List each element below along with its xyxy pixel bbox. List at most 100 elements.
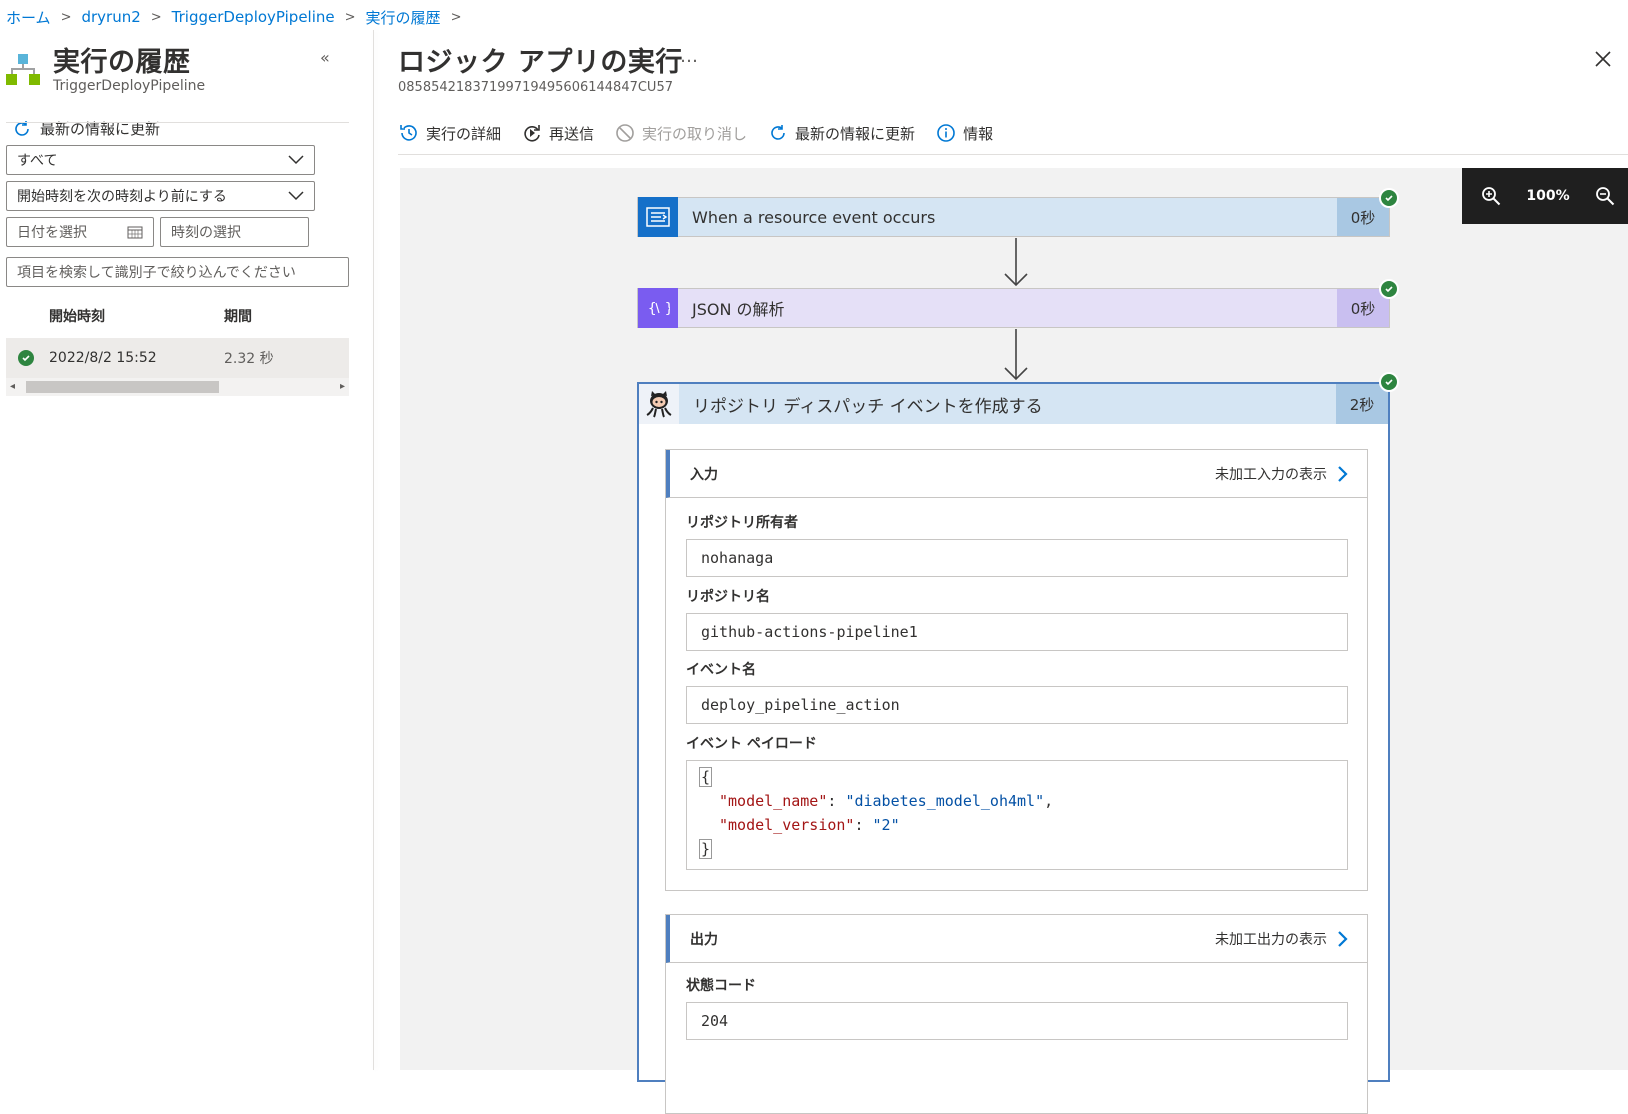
- panel-subtitle: TriggerDeployPipeline: [53, 78, 206, 94]
- show-raw-inputs-label: 未加工入力の表示: [1215, 466, 1327, 483]
- column-header-duration[interactable]: 期間: [224, 306, 252, 326]
- status-filter-dropdown[interactable]: すべて: [6, 145, 315, 175]
- horizontal-scrollbar[interactable]: ◂ ▸: [6, 378, 349, 396]
- time-placeholder: 時刻の選択: [171, 225, 241, 241]
- zoom-in-icon: [1482, 187, 1501, 206]
- event-payload-label: イベント ペイロード: [686, 736, 817, 752]
- table-row[interactable]: 2022/8/2 15:52 2.32 秒: [6, 338, 349, 378]
- json-close-brace: }: [699, 839, 713, 859]
- zoom-out-icon: [1596, 187, 1615, 206]
- divider: [6, 122, 349, 123]
- search-placeholder: 項目を検索して識別子で絞り込んでください: [17, 265, 296, 281]
- search-input[interactable]: 項目を検索して識別子で絞り込んでください: [6, 257, 349, 287]
- refresh-run-label: 最新の情報に更新: [795, 124, 916, 143]
- date-picker-input[interactable]: 日付を選択: [6, 217, 154, 247]
- run-details-button[interactable]: 実行の詳細: [398, 122, 501, 144]
- parse-json-card[interactable]: { } JSON の解析 0秒: [637, 279, 1399, 328]
- success-check-icon: [1379, 372, 1399, 392]
- resubmit-label: 再送信: [549, 124, 595, 143]
- success-check-icon: [1379, 279, 1399, 299]
- breadcrumb-dryrun2[interactable]: dryrun2: [81, 8, 140, 26]
- status-code-label: 状態コード: [686, 978, 756, 994]
- json-value-model-version: "2": [872, 816, 900, 834]
- outputs-title: 出力: [690, 931, 718, 948]
- json-key-model-version: "model_version": [719, 816, 855, 834]
- outputs-header: 出力 未加工出力の表示: [666, 915, 1367, 963]
- json-open-brace: {: [699, 767, 713, 787]
- event-name-value: deploy_pipeline_action: [686, 686, 1348, 724]
- run-details-label: 実行の詳細: [426, 124, 502, 143]
- time-picker-input[interactable]: 時刻の選択: [160, 217, 309, 247]
- repository-dispatch-label: リポジトリ ディスパッチ イベントを作成する: [693, 396, 1043, 417]
- zoom-controls: 100%: [1462, 168, 1628, 224]
- show-raw-inputs-link[interactable]: 未加工入力の表示: [1215, 464, 1349, 484]
- event-payload-value: { "model_name": "diabetes_model_oh4ml", …: [686, 760, 1348, 870]
- trigger-card[interactable]: When a resource event occurs 0秒: [637, 188, 1399, 237]
- repo-owner-label: リポジトリ所有者: [686, 515, 798, 531]
- breadcrumb-chevron-icon: >: [450, 9, 462, 25]
- inputs-section: 入力 未加工入力の表示 リポジトリ所有者 nohanaga リポジトリ名 git…: [665, 449, 1368, 891]
- flow-arrow-icon: [1004, 329, 1028, 381]
- chevron-down-icon: [288, 191, 304, 201]
- info-label: 情報: [963, 124, 994, 143]
- success-status-icon: [18, 350, 34, 366]
- chevron-down-icon: [288, 155, 304, 165]
- refresh-icon: [771, 125, 785, 140]
- repo-owner-value: nohanaga: [686, 539, 1348, 577]
- success-check-icon: [1379, 188, 1399, 208]
- json-value-model-name: "diabetes_model_oh4ml": [845, 792, 1045, 810]
- resubmit-button[interactable]: 再送信: [521, 122, 594, 144]
- panel-divider: [373, 30, 374, 1070]
- refresh-run-button[interactable]: 最新の情報に更新: [767, 122, 915, 144]
- breadcrumb-chevron-icon: >: [150, 9, 162, 25]
- panel-title: 実行の履歴: [53, 47, 191, 78]
- breadcrumb: ホーム > dryrun2 > TriggerDeployPipeline > …: [6, 6, 471, 28]
- info-icon: [937, 124, 955, 142]
- inputs-title: 入力: [690, 466, 718, 483]
- flow-arrow-icon: [1004, 238, 1028, 287]
- resubmit-icon: [524, 125, 540, 142]
- repo-name-label: リポジトリ名: [686, 589, 770, 605]
- repository-dispatch-duration: 2秒: [1336, 384, 1388, 424]
- github-octocat-icon: [639, 384, 679, 424]
- history-icon: [400, 125, 417, 141]
- zoom-in-button[interactable]: [1480, 185, 1502, 207]
- time-mode-value: 開始時刻を次の時刻より前にする: [17, 189, 227, 205]
- breadcrumb-chevron-icon: >: [344, 9, 356, 25]
- cancel-icon: [616, 124, 634, 142]
- status-filter-value: すべて: [17, 153, 58, 169]
- more-options-button[interactable]: …: [680, 46, 698, 67]
- run-title: ロジック アプリの実行: [398, 47, 683, 78]
- run-id: 08585421837199719495606144847CU57: [398, 80, 673, 95]
- scrollbar-thumb[interactable]: [26, 381, 219, 393]
- run-start-time: 2022/8/2 15:52: [49, 350, 157, 366]
- logic-app-icon: [6, 54, 40, 85]
- scroll-right-icon[interactable]: ▸: [340, 378, 345, 396]
- cancel-run-button[interactable]: 実行の取り消し: [614, 122, 747, 144]
- repository-dispatch-header[interactable]: リポジトリ ディスパッチ イベントを作成する 2秒: [639, 384, 1388, 424]
- close-icon[interactable]: [1592, 48, 1614, 70]
- breadcrumb-run-history[interactable]: 実行の履歴: [366, 7, 441, 28]
- column-header-start[interactable]: 開始時刻: [49, 306, 105, 326]
- run-duration: 2.32 秒: [224, 351, 274, 367]
- breadcrumb-trigger-deploy-pipeline[interactable]: TriggerDeployPipeline: [172, 8, 335, 26]
- scroll-left-icon[interactable]: ◂: [10, 378, 15, 396]
- event-name-label: イベント名: [686, 662, 756, 678]
- show-raw-outputs-link[interactable]: 未加工出力の表示: [1215, 929, 1349, 949]
- repository-dispatch-card[interactable]: リポジトリ ディスパッチ イベントを作成する 2秒 入力 未加工入力の表示 リポ…: [637, 372, 1399, 1114]
- show-raw-outputs-label: 未加工出力の表示: [1215, 931, 1327, 948]
- inputs-header: 入力 未加工入力の表示: [666, 450, 1367, 498]
- time-mode-dropdown[interactable]: 開始時刻を次の時刻より前にする: [6, 181, 315, 211]
- run-toolbar: 実行の詳細 再送信 実行の取り消し 最新の情報に更新 情報: [398, 115, 1013, 151]
- chevron-right-icon: [1338, 465, 1348, 482]
- collapse-panel-button[interactable]: «: [320, 48, 330, 67]
- breadcrumb-home[interactable]: ホーム: [6, 7, 51, 28]
- date-placeholder: 日付を選択: [17, 225, 87, 241]
- svg-text:{ }: { }: [648, 301, 670, 317]
- json-key-model-name: "model_name": [719, 792, 828, 810]
- divider: [398, 154, 1628, 155]
- zoom-out-button[interactable]: [1594, 185, 1616, 207]
- event-grid-icon: [638, 197, 678, 237]
- info-button[interactable]: 情報: [935, 122, 993, 144]
- breadcrumb-chevron-icon: >: [60, 9, 72, 25]
